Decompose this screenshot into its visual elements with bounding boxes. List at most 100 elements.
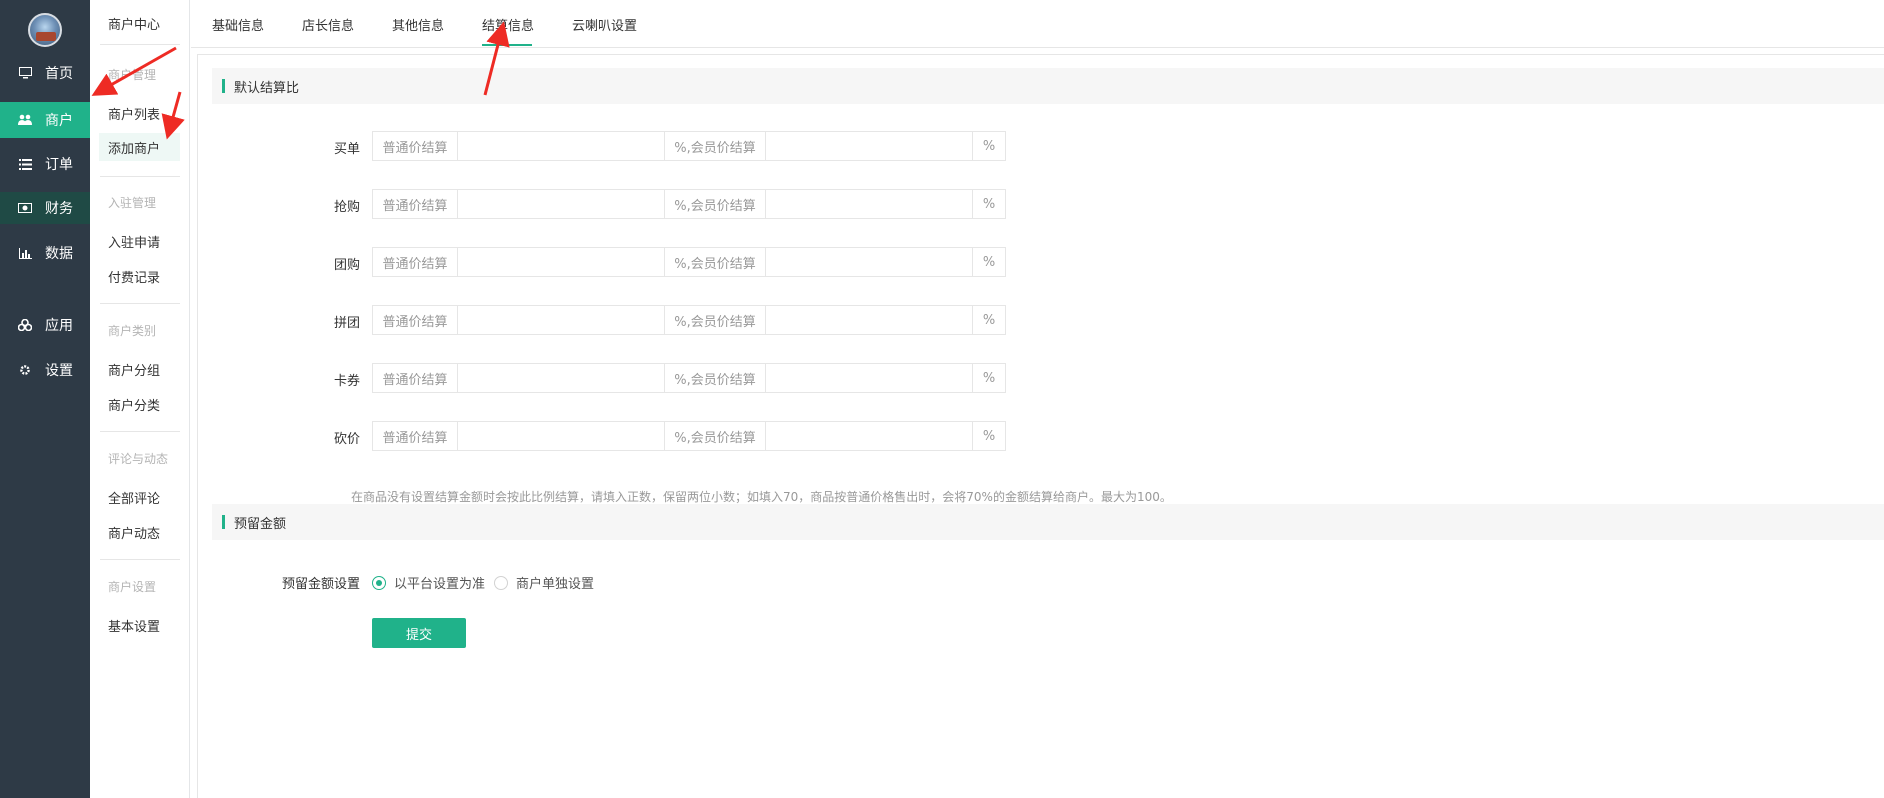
radio-platform-setting[interactable]: 以平台设置为准	[372, 573, 485, 592]
nav-data[interactable]: 数据	[0, 237, 90, 269]
active-tab-indicator	[482, 44, 532, 46]
radio-dot	[372, 575, 386, 590]
addon-percent: %	[972, 305, 1006, 335]
divider	[100, 559, 180, 560]
sub-link-merchant-list[interactable]: 商户列表	[108, 104, 160, 123]
nav-label: 首页	[45, 66, 73, 82]
member-price-ratio-input[interactable]	[766, 247, 972, 277]
row-label: 团购	[333, 258, 360, 273]
row-label: 卡券	[333, 374, 360, 389]
bar-chart-icon	[18, 246, 32, 260]
app-logo[interactable]	[28, 13, 62, 47]
nav-label: 财务	[45, 201, 73, 217]
users-icon	[18, 113, 32, 127]
reserve-label: 预留金额设置	[281, 577, 360, 592]
settlement-hint: 在商品没有设置结算金额时会按此比例结算，请填入正数，保留两位小数；如填入70，商…	[351, 490, 1172, 504]
sub-link-payment-records[interactable]: 付费记录	[108, 267, 160, 286]
member-price-ratio-input[interactable]	[766, 305, 972, 335]
sub-sidebar: 商户中心 商户管理 商户列表 添加商户 入驻管理 入驻申请 付费记录 商户类别 …	[90, 0, 190, 798]
cubes-icon	[18, 318, 32, 332]
row-label: 买单	[333, 142, 360, 157]
sub-link-applications[interactable]: 入驻申请	[108, 232, 160, 251]
list-icon	[18, 157, 32, 171]
tab-basic-info[interactable]: 基础信息	[212, 15, 264, 34]
tab-bar: 基础信息 店长信息 其他信息 结算信息 云喇叭设置	[191, 0, 1884, 48]
sub-link-merchant-feeds[interactable]: 商户动态	[108, 523, 160, 542]
addon-percent: %	[972, 131, 1006, 161]
nav-label: 商户	[45, 113, 73, 129]
main-sidebar: 首页 商户 订单 财务 数据 应用 设置	[0, 0, 90, 798]
settlement-input-group: 普通价结算 %,会员价结算%	[372, 363, 1006, 393]
section-header-default-ratio: 默认结算比	[212, 68, 1884, 104]
tab-cloud-speaker[interactable]: 云喇叭设置	[572, 15, 637, 34]
settlement-input-group: 普通价结算 %,会员价结算%	[372, 189, 1006, 219]
sub-link-add-merchant[interactable]: 添加商户	[99, 133, 180, 161]
normal-price-ratio-input[interactable]	[458, 131, 664, 161]
nav-label: 订单	[45, 157, 73, 173]
radio-merchant-setting[interactable]: 商户单独设置	[494, 573, 594, 592]
member-price-ratio-input[interactable]	[766, 363, 972, 393]
addon-normal-price: 普通价结算	[372, 247, 458, 277]
nav-home[interactable]: 首页	[0, 57, 90, 89]
sub-link-basic-settings[interactable]: 基本设置	[108, 616, 160, 635]
sub-link-merchant-categories[interactable]: 商户分类	[108, 395, 160, 414]
addon-member-price: %,会员价结算	[664, 131, 766, 161]
normal-price-ratio-input[interactable]	[458, 247, 664, 277]
nav-apps[interactable]: 应用	[0, 309, 90, 341]
normal-price-ratio-input[interactable]	[458, 305, 664, 335]
divider	[100, 431, 180, 432]
divider	[100, 176, 180, 177]
addon-percent: %	[972, 189, 1006, 219]
settlement-input-group: 普通价结算 %,会员价结算%	[372, 305, 1006, 335]
addon-member-price: %,会员价结算	[664, 247, 766, 277]
nav-label: 应用	[45, 318, 73, 334]
addon-percent: %	[972, 363, 1006, 393]
addon-member-price: %,会员价结算	[664, 305, 766, 335]
addon-member-price: %,会员价结算	[664, 363, 766, 393]
submit-button[interactable]: 提交	[372, 618, 466, 648]
normal-price-ratio-input[interactable]	[458, 363, 664, 393]
section-marker	[222, 515, 225, 529]
radio-label: 以平台设置为准	[394, 577, 486, 592]
addon-normal-price: 普通价结算	[372, 189, 458, 219]
nav-label: 数据	[45, 246, 73, 262]
section-title: 默认结算比	[234, 80, 300, 96]
nav-finance[interactable]: 财务	[0, 192, 90, 224]
tab-settlement-info[interactable]: 结算信息	[482, 15, 534, 34]
section-header-reserve: 预留金额	[212, 504, 1884, 540]
member-price-ratio-input[interactable]	[766, 131, 972, 161]
divider	[100, 44, 180, 45]
group-header-merchant-mgmt: 商户管理	[108, 68, 157, 82]
sub-link-all-reviews[interactable]: 全部评论	[108, 488, 160, 507]
row-label: 抢购	[333, 200, 360, 215]
tab-manager-info[interactable]: 店长信息	[302, 15, 354, 34]
normal-price-ratio-input[interactable]	[458, 189, 664, 219]
group-header-categories: 商户类别	[108, 324, 157, 338]
addon-normal-price: 普通价结算	[372, 131, 458, 161]
settlement-input-group: 普通价结算 %,会员价结算%	[372, 247, 1006, 277]
row-label: 砍价	[333, 432, 360, 447]
radio-dot	[494, 575, 508, 590]
radio-label: 商户单独设置	[516, 577, 595, 592]
member-price-ratio-input[interactable]	[766, 189, 972, 219]
sub-link-merchant-groups[interactable]: 商户分组	[108, 360, 160, 379]
addon-percent: %	[972, 247, 1006, 277]
sub-sidebar-title: 商户中心	[108, 18, 161, 33]
section-marker	[222, 79, 225, 93]
settlement-input-group: 普通价结算 %,会员价结算%	[372, 131, 1006, 161]
nav-merchant[interactable]: 商户	[0, 102, 90, 138]
addon-percent: %	[972, 421, 1006, 451]
nav-settings[interactable]: 设置	[0, 354, 90, 386]
monitor-icon	[18, 66, 32, 80]
member-price-ratio-input[interactable]	[766, 421, 972, 451]
addon-normal-price: 普通价结算	[372, 363, 458, 393]
tab-other-info[interactable]: 其他信息	[392, 15, 444, 34]
addon-normal-price: 普通价结算	[372, 421, 458, 451]
nav-order[interactable]: 订单	[0, 148, 90, 180]
row-label: 拼团	[333, 316, 360, 331]
group-header-merchant-settings: 商户设置	[108, 580, 157, 594]
addon-member-price: %,会员价结算	[664, 421, 766, 451]
normal-price-ratio-input[interactable]	[458, 421, 664, 451]
gear-icon	[18, 363, 32, 377]
section-title: 预留金额	[234, 516, 287, 532]
